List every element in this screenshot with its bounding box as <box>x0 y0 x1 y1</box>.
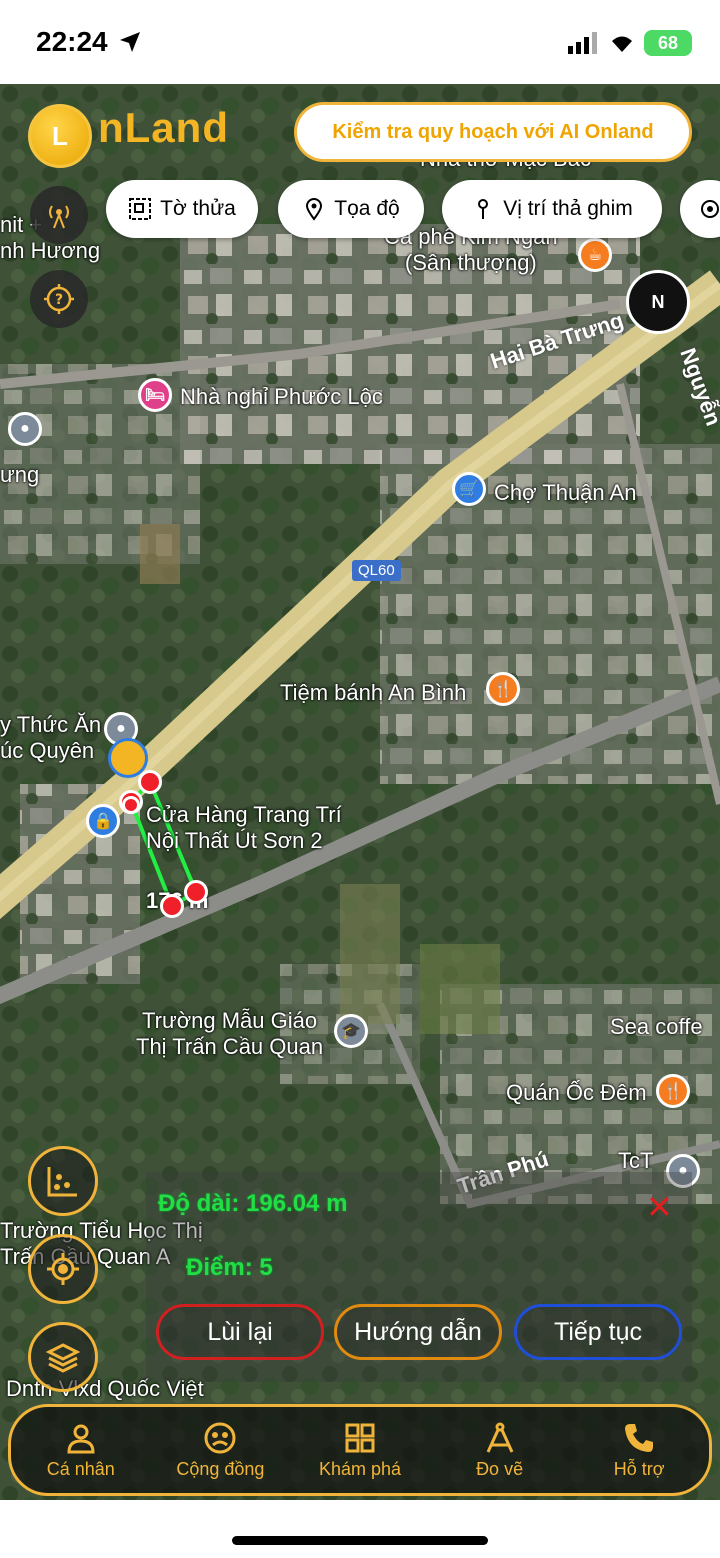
help-locate-button[interactable]: ? <box>30 270 88 328</box>
grid-icon <box>345 1423 375 1452</box>
nav-label: Đo vẽ <box>476 1458 524 1479</box>
wifi-icon <box>612 36 632 52</box>
map-label-thuc-an: y Thức Ăn úc Quyên <box>0 712 102 763</box>
chip-to-thua[interactable]: Tờ thửa <box>106 180 258 238</box>
compass-draw-icon <box>486 1422 513 1453</box>
school-poi-icon[interactable]: 🎓 <box>334 1014 368 1048</box>
undo-button[interactable]: Lùi lại <box>156 1304 324 1360</box>
map-label-tct: TcT <box>618 1148 654 1173</box>
place-poi-icon[interactable]: ● <box>8 412 42 446</box>
layers-icon <box>45 1343 81 1373</box>
measure-point-3[interactable] <box>184 880 208 904</box>
nav-kham-pha[interactable]: Khám phá <box>295 1421 425 1480</box>
nav-do-ve[interactable]: Đo vẽ <box>435 1421 565 1480</box>
app-logo-text: nLand <box>98 104 229 151</box>
help-target-icon: ? <box>44 284 74 314</box>
nav-label: Cộng đồng <box>176 1458 265 1479</box>
nav-label: Hỗ trợ <box>613 1458 665 1479</box>
continue-button[interactable]: Tiếp tục <box>514 1304 682 1360</box>
map-label-sea-coffee: Sea coffe <box>610 1014 703 1039</box>
chip-label: Tờ thửa <box>160 197 236 220</box>
map-layers-button[interactable] <box>28 1322 98 1392</box>
nav-ca-nhan[interactable]: Cá nhân <box>16 1421 146 1480</box>
map-label-cho-thuan-an: Chợ Thuận An <box>494 480 637 505</box>
measure-point-2[interactable] <box>138 770 162 794</box>
scatter-points-button[interactable] <box>28 1146 98 1216</box>
measure-length: Độ dài: 196.04 m <box>158 1190 348 1217</box>
community-icon <box>204 1422 236 1453</box>
map-label-nha-nghi: Nhà nghỉ Phước Lộc <box>180 384 383 409</box>
ai-planning-check-button[interactable]: Kiểm tra quy hoạch với AI Onland <box>294 102 692 162</box>
guide-button[interactable]: Hướng dẫn <box>334 1304 502 1360</box>
map-label-cua-hang: Cửa Hàng Trang Trí Nội Thất Út Sơn 2 <box>146 802 342 853</box>
clock: 22:24 <box>36 26 108 57</box>
bottom-safe-area <box>0 1500 720 1558</box>
restaurant-poi-icon[interactable]: 🍴 <box>486 672 520 706</box>
status-bar: 22:24 68 <box>0 0 720 84</box>
signal-tower-button[interactable] <box>30 186 88 244</box>
location-pin-icon <box>306 198 323 221</box>
pin-drop-icon <box>478 199 489 219</box>
phone-icon <box>625 1423 654 1452</box>
chip-toa-do[interactable]: Tọa độ <box>278 180 424 238</box>
battery-indicator: 68 <box>644 30 692 56</box>
measure-point-4[interactable] <box>160 894 184 918</box>
cellular-signal-icon <box>568 32 597 54</box>
chip-label: Tọa độ <box>334 197 400 220</box>
nav-label: Cá nhân <box>46 1458 115 1479</box>
map-label-quan-oc: Quán Ốc Đêm <box>506 1080 647 1105</box>
compass-north-label: N <box>651 291 665 312</box>
shop-poi-icon[interactable]: 🔒 <box>86 804 120 838</box>
parcel-icon <box>129 198 152 220</box>
map-label-left-mid: ưng <box>0 462 40 487</box>
location-arrow-icon <box>120 32 140 52</box>
crosshair-icon <box>47 1253 79 1285</box>
person-icon <box>67 1424 95 1453</box>
chip-label: Vị trí thả ghim <box>503 197 633 220</box>
scatter-chart-icon <box>47 1167 77 1197</box>
my-location-button[interactable] <box>28 1234 98 1304</box>
target-icon <box>701 200 719 218</box>
nav-ho-tro[interactable]: Hỗ trợ <box>574 1421 704 1480</box>
svg-text:?: ? <box>55 292 63 308</box>
cafe-poi-icon[interactable]: ☕ <box>578 238 612 272</box>
bottom-navigation: Cá nhân Cộng đồng Khám phá Đo vẽ Hỗ trợ <box>8 1404 712 1496</box>
hotel-poi-icon[interactable]: 🛏 <box>138 378 172 412</box>
market-poi-icon[interactable]: 🛒 <box>452 472 486 506</box>
nav-cong-dong[interactable]: Cộng đồng <box>155 1421 285 1480</box>
close-measure-icon[interactable]: ✕ <box>646 1188 673 1226</box>
restaurant-poi-icon-2[interactable]: 🍴 <box>656 1074 690 1108</box>
broadcast-icon <box>49 205 69 229</box>
highway-shield-ql60: QL60 <box>352 560 401 581</box>
map-label-tiem-banh: Tiệm bánh An Bình <box>280 680 467 705</box>
measure-point-5[interactable] <box>122 796 140 814</box>
nav-label: Khám phá <box>318 1458 402 1479</box>
measure-points: Điểm: 5 <box>186 1254 273 1281</box>
onland-logo: L <box>28 104 92 168</box>
map-label-truong-mau-giao: Trường Mẫu Giáo Thị Trấn Cầu Quan <box>136 1008 324 1059</box>
home-indicator[interactable] <box>232 1536 488 1545</box>
chip-vi-tri-tha-ghim[interactable]: Vị trí thả ghim <box>442 180 662 238</box>
compass-button[interactable]: N <box>626 270 690 334</box>
